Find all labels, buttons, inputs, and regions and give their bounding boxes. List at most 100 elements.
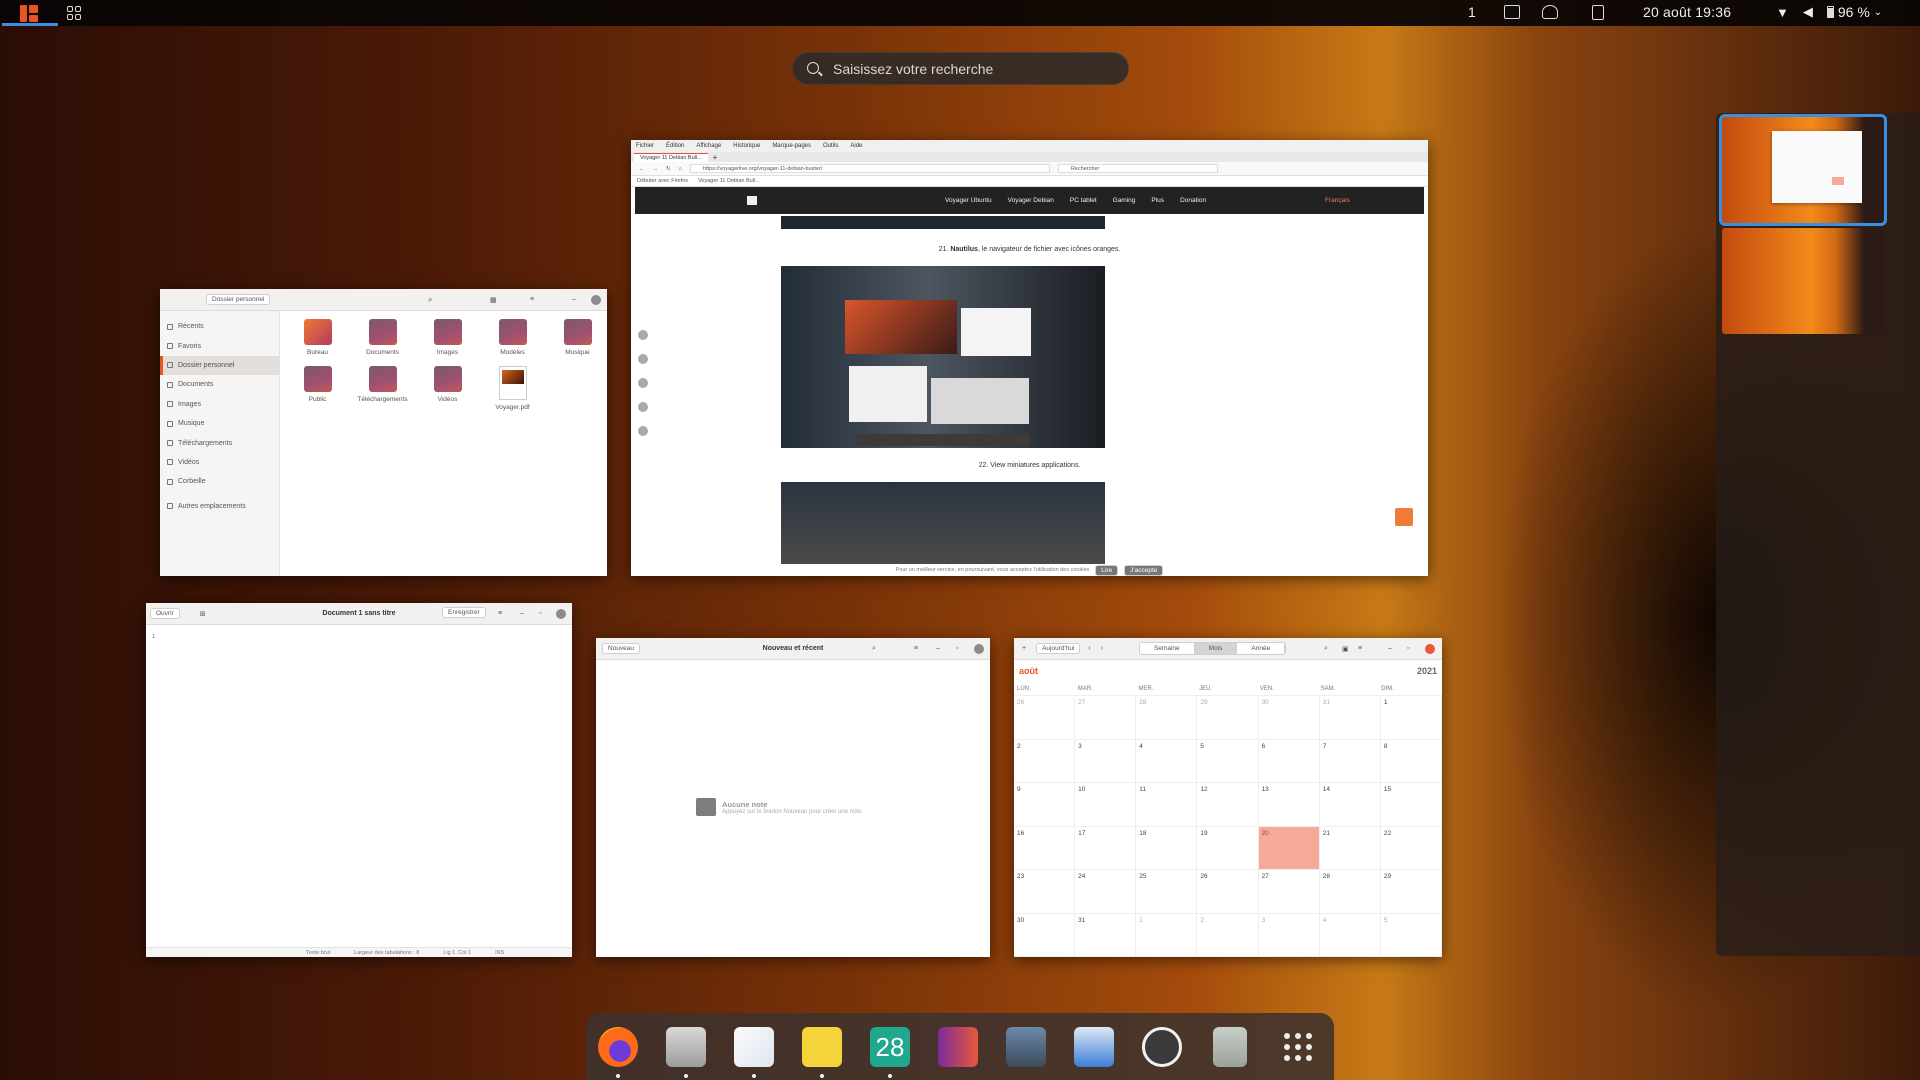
day-cell[interactable]: 17	[1075, 826, 1137, 870]
day-cell[interactable]: 27	[1258, 870, 1320, 914]
menu-icon[interactable]: ≡	[498, 610, 502, 617]
syntax-selector[interactable]: Texte brut	[306, 950, 330, 956]
day-cell[interactable]: 19	[1197, 826, 1259, 870]
firefox-icon[interactable]	[598, 1027, 638, 1067]
weather-icon[interactable]	[1542, 5, 1558, 19]
workspace-number[interactable]: 1	[1468, 4, 1476, 20]
sidebar-item-recent[interactable]: Récents	[160, 317, 279, 336]
sidebar-item-images[interactable]: Images	[160, 395, 279, 414]
workspace-grid-icon[interactable]	[67, 6, 81, 20]
day-cell[interactable]: 31	[1319, 696, 1381, 740]
day-cell[interactable]: 25	[1136, 870, 1198, 914]
url-field[interactable]: https://voyagerlive.org/voyager-11-debia…	[689, 164, 1050, 173]
cookie-read-button[interactable]: Lire	[1095, 564, 1119, 576]
day-cell[interactable]: 1	[1136, 913, 1198, 957]
calendar-icon[interactable]: 28	[870, 1027, 910, 1067]
maximize-icon[interactable]: ▫	[1407, 645, 1409, 652]
site-nav-item[interactable]: Gaming	[1113, 197, 1136, 204]
site-nav-item[interactable]: Voyager Ubuntu	[945, 197, 992, 204]
today-button[interactable]: Aujourd'hui	[1036, 643, 1081, 654]
day-cell[interactable]: 4	[1319, 913, 1381, 957]
bookmark-item[interactable]: Voyager 11 Debian Bull...	[698, 178, 760, 184]
close-icon[interactable]	[556, 609, 566, 619]
day-cell[interactable]: 12	[1197, 783, 1259, 827]
day-cell[interactable]: 18	[1136, 826, 1198, 870]
day-cell[interactable]: 8	[1380, 739, 1442, 783]
volume-icon[interactable]: ◀	[1803, 4, 1813, 20]
day-cell[interactable]: 28	[1319, 870, 1381, 914]
file-item[interactable]: Voyager.pdf	[480, 366, 545, 411]
save-button[interactable]: Enregistrer	[442, 607, 486, 618]
tab-week[interactable]: Semaine	[1140, 643, 1195, 654]
day-cell[interactable]: 23	[1014, 870, 1076, 914]
search-icon[interactable]: ⌕	[428, 295, 432, 305]
folder-item[interactable]: Téléchargements	[350, 366, 415, 411]
calendar-window[interactable]: + Aujourd'hui ‹ › Semaine Mois Année ⌕ ▣…	[1014, 638, 1442, 957]
trash-icon[interactable]	[1213, 1027, 1247, 1067]
tab-month[interactable]: Mois	[1194, 643, 1238, 654]
sidebar-item-documents[interactable]: Documents	[160, 375, 279, 394]
maximize-icon[interactable]: ▫	[539, 610, 541, 617]
day-cell[interactable]: 1	[1380, 696, 1442, 740]
scroll-top-button[interactable]	[1395, 508, 1413, 526]
day-cell[interactable]: 28	[1136, 696, 1198, 740]
close-icon[interactable]	[1425, 644, 1435, 654]
day-cell[interactable]: 22	[1380, 826, 1442, 870]
day-cell[interactable]: 26	[1014, 696, 1076, 740]
workspace-thumbnail-1[interactable]	[1719, 114, 1887, 226]
search-icon[interactable]: ⌕	[1324, 645, 1328, 653]
tab-year[interactable]: Année	[1237, 643, 1286, 654]
path-bar[interactable]: Dossier personnel	[206, 294, 271, 305]
bookmark-item[interactable]: Débuter avec Firefox	[637, 178, 688, 184]
menu-icon[interactable]: ≡	[1358, 645, 1362, 652]
clipboard-icon[interactable]	[1592, 5, 1604, 20]
day-cell[interactable]: 14	[1319, 783, 1381, 827]
menu-item[interactable]: Édition	[666, 143, 684, 149]
day-cell[interactable]: 29	[1197, 696, 1259, 740]
workspace-thumbnail-2[interactable]	[1722, 228, 1884, 334]
menu-item[interactable]: Aide	[850, 143, 862, 149]
notes-window[interactable]: Nouveau Nouveau et récent ⌕ ≡ – ▫ Aucune…	[596, 638, 990, 957]
chat-share-icon[interactable]	[638, 378, 648, 388]
folder-item[interactable]: Documents	[350, 319, 415, 356]
search-icon[interactable]: ⌕	[872, 645, 876, 653]
folder-item[interactable]: Musique	[545, 319, 607, 356]
folder-item[interactable]: Public	[285, 366, 350, 411]
day-cell[interactable]: 5	[1380, 913, 1442, 957]
view-toggle-icon[interactable]: ▦	[490, 296, 497, 304]
folder-item[interactable]: Vidéos	[415, 366, 480, 411]
menu-icon[interactable]: ≡	[530, 296, 534, 303]
close-icon[interactable]	[974, 644, 984, 654]
sidebar-item-music[interactable]: Musique	[160, 414, 279, 433]
folder-item[interactable]: Bureau	[285, 319, 350, 356]
add-event-icon[interactable]: +	[1022, 645, 1026, 652]
day-cell[interactable]: 29	[1380, 870, 1442, 914]
activities-logo-icon[interactable]	[20, 5, 38, 22]
browser-tab[interactable]: Voyager 11 Debian Bull...	[634, 153, 708, 162]
search-input[interactable]: Saisissez votre recherche	[792, 52, 1129, 85]
terminal-icon[interactable]	[1006, 1027, 1046, 1067]
cookie-accept-button[interactable]: J'accepte	[1124, 564, 1164, 576]
day-cell[interactable]: 20	[1258, 826, 1320, 870]
text-editor-icon[interactable]	[734, 1027, 774, 1067]
sidebar-item-trash[interactable]: Corbeille	[160, 472, 279, 491]
menu-item[interactable]: Marque-pages	[772, 143, 811, 149]
day-cell[interactable]: 5	[1197, 739, 1259, 783]
wifi-icon[interactable]: ▼	[1776, 5, 1789, 20]
files-icon[interactable]	[666, 1027, 706, 1067]
folder-item[interactable]: Images	[415, 319, 480, 356]
clock[interactable]: 20 août 19:36	[1643, 4, 1731, 20]
day-cell[interactable]: 3	[1258, 913, 1320, 957]
sidebar-item-videos[interactable]: Vidéos	[160, 453, 279, 472]
day-cell[interactable]: 27	[1075, 696, 1137, 740]
day-cell[interactable]: 7	[1319, 739, 1381, 783]
day-cell[interactable]: 31	[1075, 913, 1137, 957]
language-selector[interactable]: Français	[1325, 197, 1350, 204]
minimize-icon[interactable]: –	[520, 610, 524, 617]
email-share-icon[interactable]	[638, 354, 648, 364]
maximize-icon[interactable]: ▫	[956, 645, 958, 652]
firefox-window[interactable]: Fichier Édition Affichage Historique Mar…	[631, 140, 1428, 576]
menu-item[interactable]: Fichier	[636, 143, 654, 149]
sidebar-item-downloads[interactable]: Téléchargements	[160, 433, 279, 452]
web-search-field[interactable]: Rechercher	[1057, 164, 1218, 173]
